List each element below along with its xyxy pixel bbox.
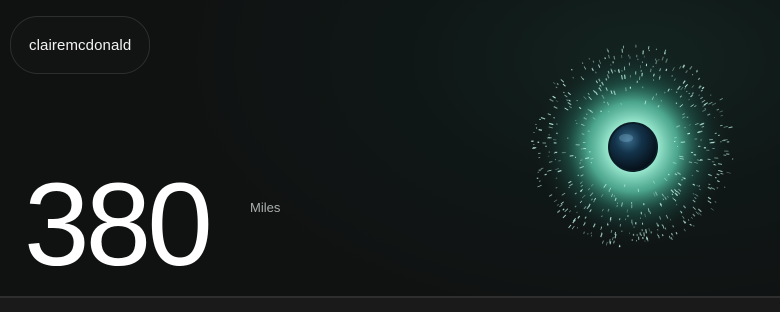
orb-particle [538,128,543,131]
orb-particle [575,119,577,122]
orb-particle [577,174,579,177]
orb-particle [674,136,677,139]
orb-particle [647,237,649,242]
orb-particle [709,94,712,96]
orb-particle [553,117,555,119]
orb-particle [555,177,558,179]
bottom-divider [0,296,780,312]
orb-particle [649,68,652,73]
orb-particle [604,57,607,60]
orb-particle [687,132,691,135]
orb-particle [714,176,717,179]
username-label: clairemcdonald [29,36,132,54]
particle-globe-icon [531,44,734,248]
orb-particle [605,78,608,81]
orb-particle [598,87,601,90]
orb-particle [691,174,694,177]
orb-particle [609,241,612,245]
orb-particle [728,126,733,129]
orb-particle [643,232,645,237]
activity-card: clairemcdonald 380 Miles [0,0,780,296]
orb-particle [670,88,673,91]
orb-particle [568,224,572,229]
orb-particle [571,68,573,71]
orb-particle [609,217,612,220]
orb-particle [614,233,617,239]
distance-value: 380 [24,159,213,291]
orb-particle [675,91,678,94]
orb-particle [588,57,591,60]
username-pill[interactable]: clairemcdonald [10,16,151,74]
orb-particle [667,173,670,176]
orb-particle [580,159,583,161]
orb-particle [600,110,602,113]
orb-particle [681,179,683,181]
orb-particle [608,190,611,192]
orb-particle [692,92,694,94]
orb-core [608,122,658,172]
orb-particle [690,224,693,227]
orb-particle [692,225,695,227]
orb-particle [620,102,622,105]
orb-particle [714,157,719,159]
orb-particle [716,186,719,189]
orb-particle [537,184,542,188]
orb-particle [701,125,705,128]
orb-particle [665,69,667,72]
orb-particle [689,223,692,226]
orb-particle [538,118,542,121]
orb-particle [660,100,662,102]
distance-unit: Miles [250,200,281,215]
orb-particle [588,203,591,206]
orb-particle [716,173,720,176]
orb-particle [538,180,541,182]
orb-particle [661,234,664,237]
orb-particle [540,167,544,170]
orb-particle [587,232,589,235]
orb-particle [710,207,714,211]
orb-particle [663,91,666,94]
orb-particle [623,184,626,187]
orb-particle [698,185,701,187]
orb-particle [607,70,610,74]
orb-particle [645,229,647,234]
orb-particle [608,111,610,113]
orb-particle [603,101,605,103]
orb-core-highlight [619,134,633,142]
orb-particle [585,113,588,116]
orb-particle [675,102,678,104]
orb-particle [672,225,675,228]
orb-particle [685,90,688,93]
orb-particle [671,75,674,77]
orb-particle [613,55,616,60]
orb-particle [544,173,547,176]
orb-particle [569,154,574,157]
orb-particle [552,82,556,85]
